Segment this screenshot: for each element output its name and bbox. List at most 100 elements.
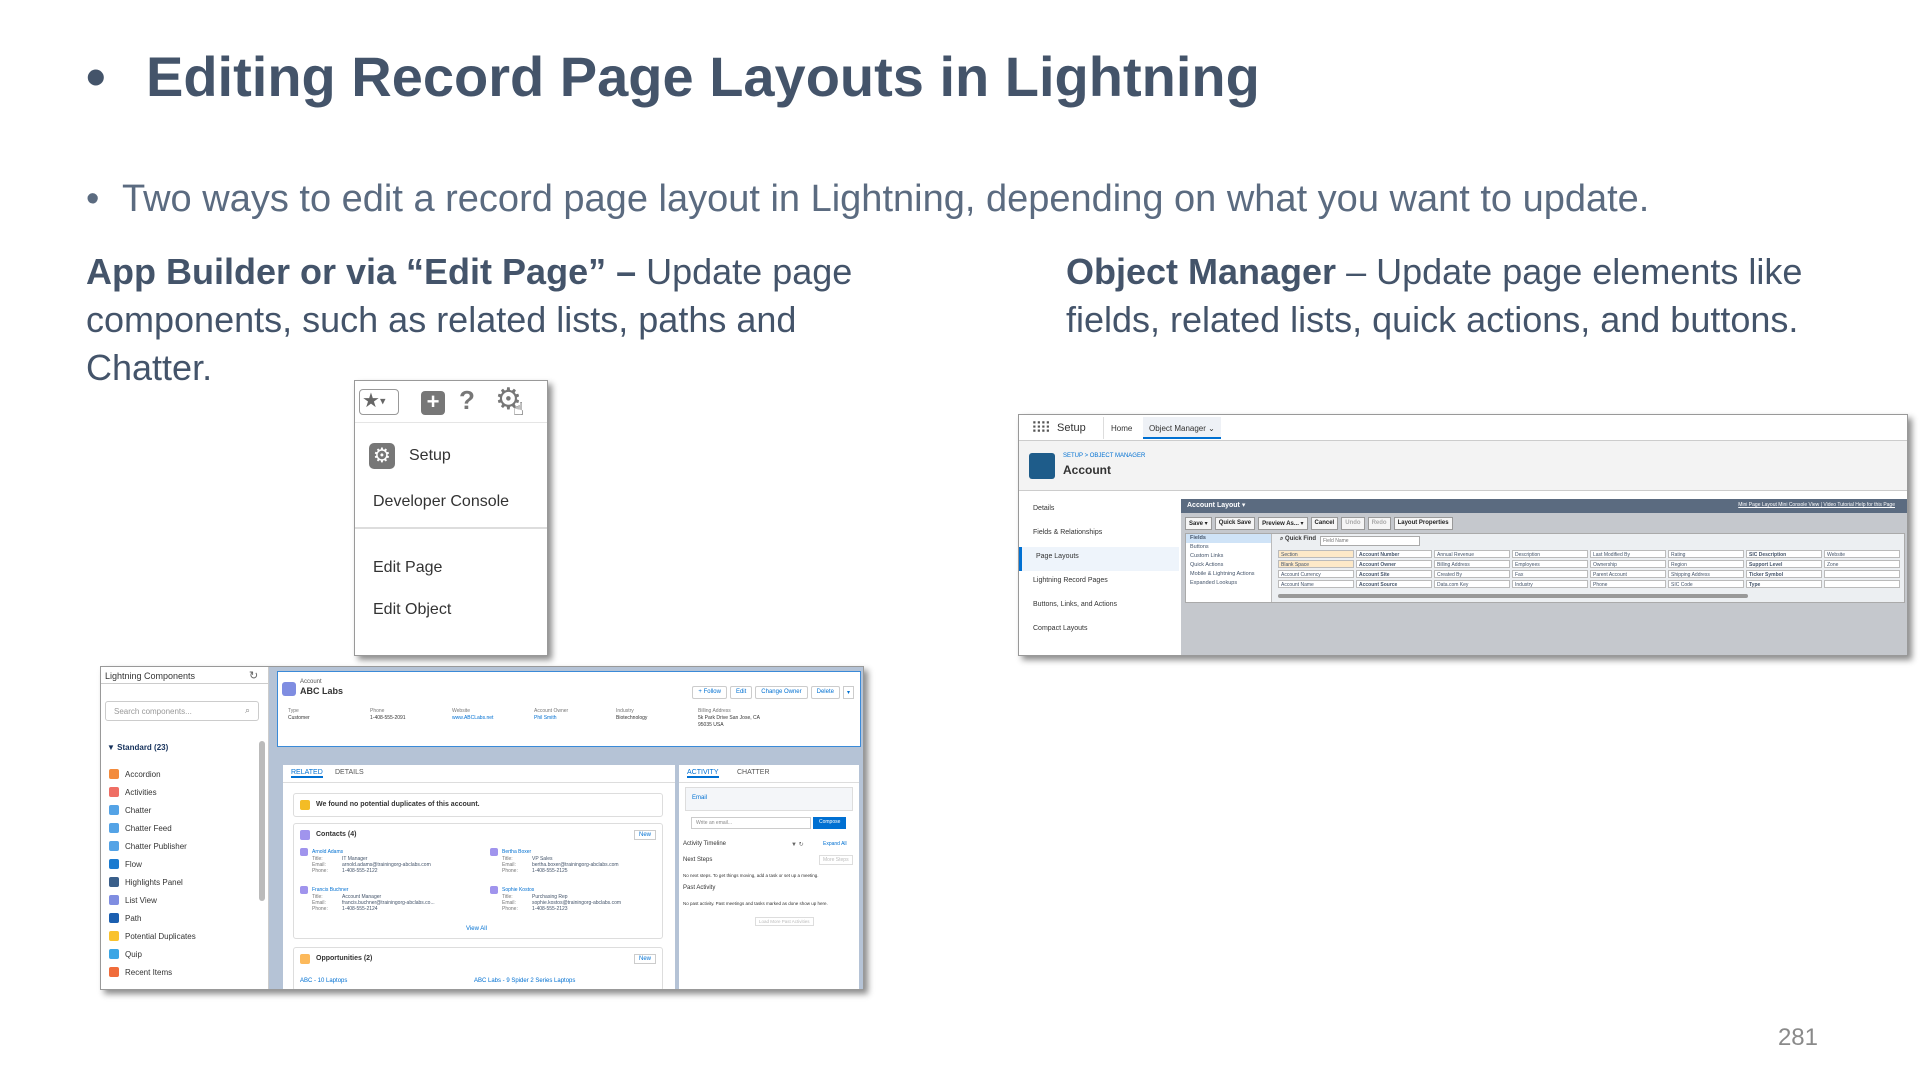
field-chip[interactable]: SIC Description [1746,550,1822,558]
setup-breadcrumb[interactable]: SETUP > OBJECT MANAGER [1063,453,1145,459]
contact-name[interactable]: Francis Buchner [312,887,348,893]
more-steps-button[interactable]: More Steps [819,855,853,865]
field-chip[interactable]: Account Name [1278,580,1354,588]
toolbar-button[interactable]: Preview As... ▾ [1258,517,1308,530]
expand-all-link[interactable]: Expand All [823,841,847,847]
refresh-icon[interactable]: ↻ [249,669,258,682]
opportunity-link[interactable]: ABC - 10 Laptops [300,978,347,984]
compose-button[interactable]: Compose [813,817,847,829]
toolbar-button[interactable]: Undo [1341,517,1365,530]
app-launcher-icon[interactable]: ⠿⠿ [1031,419,1051,437]
field-name-input[interactable]: Field Name [1320,536,1420,546]
component-item[interactable]: Activities [109,783,249,801]
component-item[interactable]: Potential Duplicates [109,927,249,945]
sidebar-item[interactable]: Page Layouts [1019,547,1179,571]
field-chip[interactable]: Created By [1434,570,1510,578]
email-tab[interactable]: Email [692,795,707,801]
field-chip[interactable]: Data.com Key [1434,580,1510,588]
palette-item[interactable]: Mobile & Lightning Actions [1186,570,1271,579]
field-chip[interactable]: Last Modified By [1590,550,1666,558]
field-chip[interactable] [1824,570,1900,578]
record-action-button[interactable]: + Follow [692,686,727,699]
sidebar-item[interactable]: Buttons, Links, and Actions [1019,595,1179,619]
field-chip[interactable]: Support Level [1746,560,1822,568]
sidebar-item[interactable]: Details [1019,499,1179,523]
field-chip[interactable]: Annual Revenue [1434,550,1510,558]
favorites-icon[interactable]: ★▾ [359,389,399,415]
help-icon[interactable]: ? [459,385,475,416]
opportunities-new-button[interactable]: New [633,954,656,964]
menu-item-setup[interactable]: Setup [409,447,451,465]
palette-item[interactable]: Fields [1186,534,1271,543]
field-chip[interactable]: Fax [1512,570,1588,578]
field-chip[interactable]: Phone [1590,580,1666,588]
tab-object-manager[interactable]: Object Manager ⌄ [1143,417,1221,439]
field-chip[interactable]: Region [1668,560,1744,568]
record-action-button[interactable]: Edit [729,686,753,699]
toolbar-button[interactable]: Redo [1367,517,1391,530]
contact-name[interactable]: Bertha Boxer [502,849,531,855]
record-action-button[interactable]: Change Owner [755,686,808,699]
field-chip[interactable]: Ticker Symbol [1746,570,1822,578]
field-chip[interactable]: Section [1278,550,1354,558]
tab-chatter[interactable]: CHATTER [737,769,770,776]
field-chip[interactable]: Account Currency [1278,570,1354,578]
palette-scrollbar[interactable] [1278,594,1748,598]
component-item[interactable]: Flow [109,855,249,873]
section-standard[interactable]: ▼ Standard (23) [107,743,168,752]
toolbar-button[interactable]: Layout Properties [1393,517,1453,530]
component-item[interactable]: List View [109,891,249,909]
toolbar-button[interactable]: Quick Save [1214,517,1256,530]
tab-details[interactable]: DETAILS [335,769,364,776]
component-item[interactable]: Path [109,909,249,927]
record-highlights[interactable]: Account ABC Labs + Follow Edit Change Owne… [277,671,861,747]
component-item[interactable]: Chatter [109,801,249,819]
layout-help-links[interactable]: Mini Page Layout Mini Console View | Vid… [1738,502,1895,508]
palette-item[interactable]: Quick Actions [1186,561,1271,570]
field-chip[interactable]: Account Source [1356,580,1432,588]
toolbar-button[interactable]: Cancel [1310,517,1339,530]
opportunity-link[interactable]: ABC Labs - 9 Spider 2 Series Laptops [474,978,575,984]
contacts-new-button[interactable]: New [633,830,656,840]
field-chip[interactable] [1824,580,1900,588]
palette-item[interactable]: Buttons [1186,543,1271,552]
field-chip[interactable]: Account Owner [1356,560,1432,568]
layout-title[interactable]: Account Layout ▾ [1187,501,1245,509]
sidebar-item[interactable]: Compact Layouts [1019,619,1179,643]
chevron-down-icon[interactable]: ▾ [842,686,854,699]
sidebar-item[interactable]: Fields & Relationships [1019,523,1179,547]
field-chip[interactable]: Account Number [1356,550,1432,558]
load-more-button[interactable]: Load More Past Activities [755,917,814,926]
field-chip[interactable]: Account Site [1356,570,1432,578]
field-chip[interactable]: Type [1746,580,1822,588]
field-chip[interactable]: Billing Address [1434,560,1510,568]
filter-icon[interactable]: ▼ ↻ [791,841,804,848]
component-item[interactable]: Highlights Panel [109,873,249,891]
sidebar-item[interactable]: Lightning Record Pages [1019,571,1179,595]
contact-name[interactable]: Arnold Adams [312,849,343,855]
component-item[interactable]: Recent Items [109,963,249,981]
tab-related[interactable]: RELATED [291,769,323,778]
field-chip[interactable]: Shipping Address [1668,570,1744,578]
component-item[interactable]: Quip [109,945,249,963]
field-chip[interactable]: Industry [1512,580,1588,588]
field-chip[interactable]: Ownership [1590,560,1666,568]
component-item[interactable]: Chatter Feed [109,819,249,837]
field-chip[interactable]: Employees [1512,560,1588,568]
contact-name[interactable]: Sophie Kostos [502,887,534,893]
menu-item-edit-object[interactable]: Edit Object [373,601,451,619]
menu-item-edit-page[interactable]: Edit Page [373,559,442,577]
palette-item[interactable]: Custom Links [1186,552,1271,561]
component-item[interactable]: Chatter Publisher [109,837,249,855]
component-item[interactable]: Accordion [109,765,249,783]
field-chip[interactable]: Parent Account [1590,570,1666,578]
field-chip[interactable]: Zone [1824,560,1900,568]
toolbar-button[interactable]: Save ▾ [1185,517,1212,530]
field-chip[interactable]: Website [1824,550,1900,558]
field-chip[interactable]: Blank Space [1278,560,1354,568]
view-all-link[interactable]: View All [466,926,487,932]
record-action-button[interactable]: Delete [810,686,840,699]
field-chip[interactable]: Rating [1668,550,1744,558]
menu-item-developer-console[interactable]: Developer Console [373,493,509,511]
tab-home[interactable]: Home [1111,424,1132,433]
